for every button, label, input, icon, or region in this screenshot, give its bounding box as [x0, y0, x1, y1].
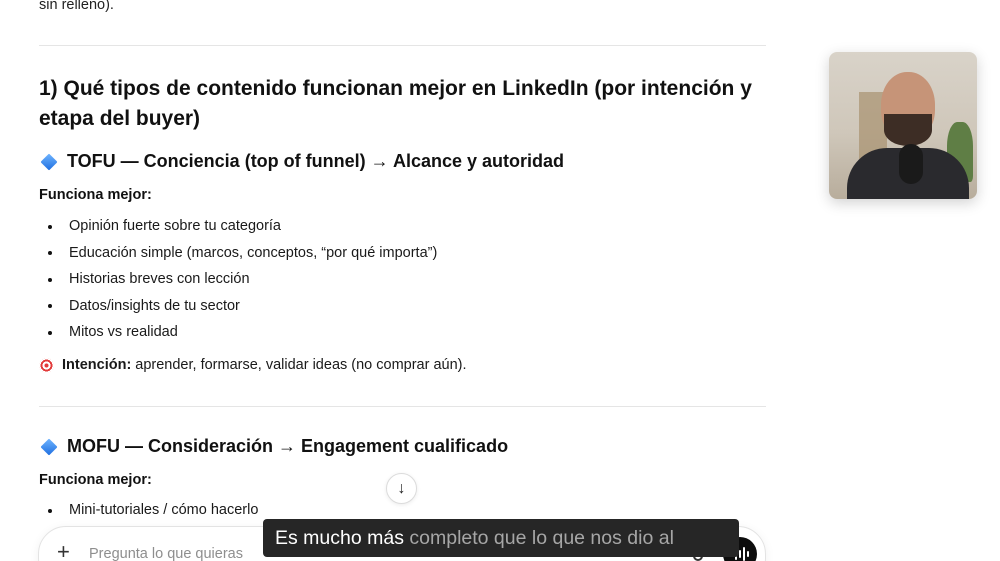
composer-placeholder[interactable]: Pregunta lo que quieras	[89, 546, 243, 561]
mofu-heading: MOFU — Consideración → Engagement cualif…	[39, 436, 508, 457]
list-item: Datos/insights de tu sector	[39, 293, 437, 320]
subtitle-spoken: Es mucho más	[275, 527, 404, 549]
tofu-heading-text: TOFU — Conciencia (top of funnel) → Alca…	[67, 151, 565, 171]
tofu-list: Opinión fuerte sobre tu categoría Educac…	[39, 213, 437, 346]
section-title: 1) Qué tipos de contenido funcionan mejo…	[39, 77, 752, 130]
scroll-to-bottom-button[interactable]: ↓	[386, 473, 417, 504]
video-subtitle: Es mucho más completo que lo que nos dio…	[263, 519, 739, 557]
target-icon	[39, 357, 54, 373]
microphone-prop	[899, 144, 923, 184]
previous-paragraph-fragment: sin relleno).	[39, 0, 114, 13]
mofu-heading-text: MOFU — Consideración → Engagement cualif…	[67, 436, 509, 456]
divider	[39, 406, 766, 407]
tofu-works-best-label: Funciona mejor:	[39, 187, 152, 203]
arrow-down-icon: ↓	[397, 479, 406, 497]
chat-page: sin relleno). 1) Qué tipos de contenido …	[0, 0, 1000, 561]
intent-label: Intención:	[62, 357, 132, 373]
subtitle-pending: completo que lo que nos dio al	[403, 527, 674, 549]
tofu-intent: Intención: aprender, formarse, validar i…	[39, 357, 467, 373]
list-item: Mini-tutoriales / cómo hacerlo	[39, 497, 258, 524]
list-item: Historias breves con lección	[39, 266, 437, 293]
divider	[39, 45, 766, 46]
tofu-heading: TOFU — Conciencia (top of funnel) → Alca…	[39, 151, 564, 172]
list-item: Mitos vs realidad	[39, 319, 437, 346]
mofu-works-best-label: Funciona mejor:	[39, 472, 152, 488]
list-item: Opinión fuerte sobre tu categoría	[39, 213, 437, 240]
plus-icon[interactable]: +	[57, 541, 70, 561]
presenter-webcam-overlay	[829, 52, 977, 199]
list-item: Educación simple (marcos, conceptos, “po…	[39, 240, 437, 267]
mofu-list: Mini-tutoriales / cómo hacerlo	[39, 497, 258, 524]
intent-text: aprender, formarse, validar ideas (no co…	[135, 357, 467, 373]
blue-diamond-icon	[40, 153, 58, 170]
blue-diamond-icon	[40, 438, 58, 455]
